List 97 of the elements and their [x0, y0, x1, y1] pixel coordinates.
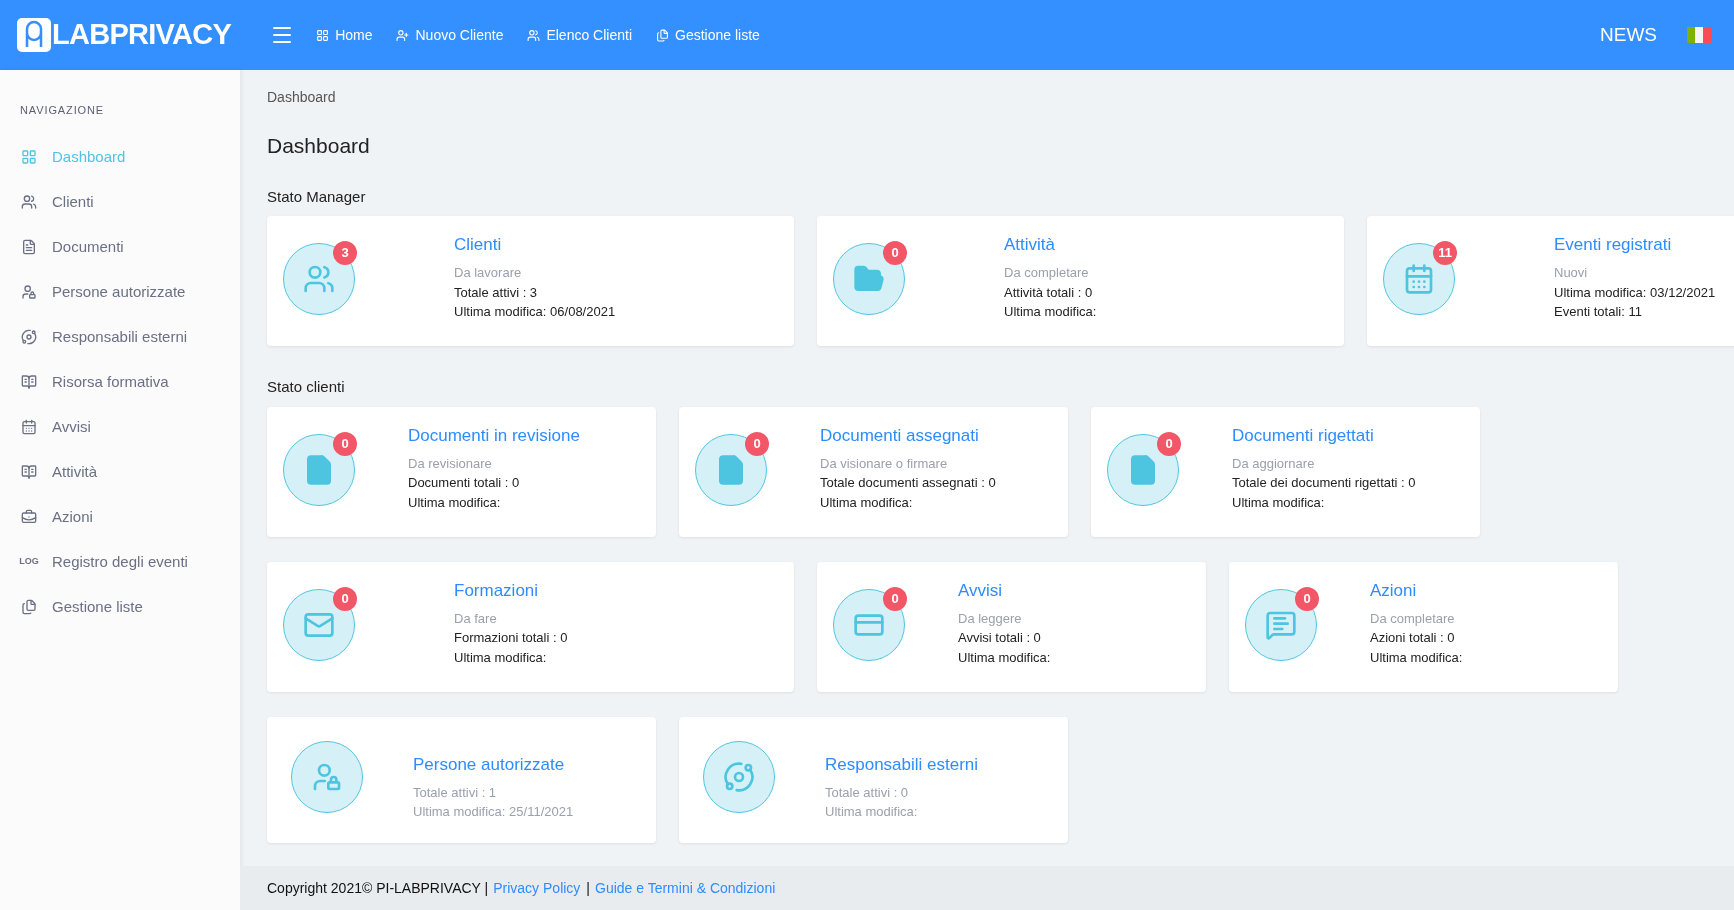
- sidebar-item[interactable]: Gestione liste: [20, 584, 240, 630]
- count-badge: 0: [745, 431, 769, 456]
- card-text: Avvisi totali : 0: [958, 629, 1042, 647]
- card-text: Ultima modifica: 03/12/2021: [1554, 283, 1716, 302]
- users-icon: [21, 194, 37, 210]
- card-text: Totale documenti assegnati : 0: [820, 474, 996, 492]
- sidebar-item[interactable]: Documenti: [20, 224, 240, 270]
- sidebar-item[interactable]: Clienti: [20, 179, 240, 225]
- card-text: Da completare: [1004, 264, 1090, 282]
- grid-icon: [21, 149, 37, 165]
- sidebar-item[interactable]: Azioni: [20, 494, 240, 540]
- sidebar-item[interactable]: Avvisi: [20, 404, 240, 450]
- card-title[interactable]: Documenti assegnati: [820, 423, 996, 448]
- sidebar-item[interactable]: Attività: [20, 449, 240, 495]
- card-title[interactable]: Azioni: [1370, 578, 1463, 603]
- card-text: Formazioni totali : 0: [454, 629, 568, 647]
- card-text: Documenti totali : 0: [408, 474, 521, 492]
- card-title[interactable]: Attività: [1004, 233, 1097, 257]
- document-icon: [21, 239, 37, 255]
- calendar-icon: [21, 419, 37, 435]
- calendar-icon: [1403, 263, 1435, 295]
- card-text: Ultima modifica:: [1232, 493, 1326, 512]
- sidebar-item[interactable]: Persone autorizzate: [20, 269, 240, 315]
- card-title[interactable]: Persone autorizzate: [413, 752, 574, 777]
- nav-link[interactable]: Gestione liste: [656, 24, 760, 46]
- card-text: Da leggere: [958, 609, 1023, 628]
- card-text: Totale attivi : 0: [825, 783, 910, 802]
- book-icon: [21, 374, 37, 390]
- users-icon: [527, 28, 541, 42]
- card-text: Eventi totali: 11: [1554, 303, 1643, 321]
- card-text: Ultima modifica:: [958, 648, 1051, 667]
- flag-icon[interactable]: [1687, 27, 1711, 43]
- grid-icon: [316, 28, 330, 42]
- card-text: Ultima modifica:: [1370, 648, 1463, 667]
- card-text: Ultima modifica:: [454, 648, 548, 667]
- card-text: Da lavorare: [454, 264, 523, 282]
- section-title: Stato Manager: [267, 186, 367, 207]
- count-badge: 0: [883, 586, 907, 611]
- nav-link[interactable]: Nuovo Cliente: [396, 24, 504, 46]
- count-badge: 11: [1433, 241, 1457, 265]
- files-icon: [21, 599, 37, 615]
- users-icon: [303, 263, 335, 295]
- count-badge: 0: [333, 431, 357, 456]
- log-icon: LOG: [19, 555, 39, 569]
- card-text: Ultima modifica: 25/11/2021: [413, 803, 574, 821]
- count-badge: 3: [333, 241, 357, 265]
- card-text: Ultima modifica:: [1004, 303, 1097, 321]
- card-text: Totale attivi : 1: [413, 783, 498, 802]
- card-title[interactable]: Clienti: [454, 233, 616, 257]
- card-title[interactable]: Documenti rigettati: [1232, 423, 1416, 448]
- orbit-icon: [21, 329, 37, 345]
- card-text: Ultima modifica:: [820, 493, 914, 512]
- count-badge: 0: [883, 241, 907, 265]
- card-title[interactable]: Formazioni: [454, 578, 568, 603]
- footer-link[interactable]: Privacy Policy: [493, 877, 581, 899]
- user-lock-icon: [21, 284, 37, 300]
- card-text: Da completare: [1370, 609, 1456, 628]
- card-title[interactable]: Responsabili esterni: [825, 752, 979, 777]
- card-text: Nuovi: [1554, 264, 1589, 282]
- sidebar-heading: NAVIGAZIONE: [20, 103, 106, 118]
- book-icon: [21, 464, 37, 480]
- card-text: Attività totali : 0: [1004, 283, 1094, 302]
- count-badge: 0: [1157, 431, 1181, 456]
- section-title: Stato clienti: [267, 377, 346, 397]
- card-text: Da aggiornare: [1232, 454, 1316, 473]
- card-text: Totale attivi : 3: [454, 283, 539, 302]
- card-text: Da visionare o firmare: [820, 454, 949, 473]
- sidebar-item[interactable]: Risorsa formativa: [20, 359, 240, 405]
- card-text: Ultima modifica: 06/08/2021: [454, 303, 616, 321]
- breadcrumb: Dashboard: [267, 88, 337, 107]
- separator-text: |: [586, 878, 590, 898]
- card-title[interactable]: Eventi registrati: [1554, 233, 1716, 257]
- sidebar-item[interactable]: Dashboard: [20, 134, 240, 180]
- news-link[interactable]: NEWS: [1600, 20, 1657, 50]
- files-icon: [656, 28, 670, 42]
- card-text: Da fare: [454, 609, 498, 628]
- copyright-text: Copyright 2021© PI-LABPRIVACY |: [267, 878, 489, 898]
- page-title: Dashboard: [267, 133, 371, 159]
- card-text: Azioni totali : 0: [1370, 629, 1456, 647]
- logo-text: LABPRIVACY: [52, 17, 232, 53]
- briefcase-icon: [21, 509, 37, 525]
- logo-icon: [17, 18, 51, 52]
- sidebar-item[interactable]: Responsabili esterni: [20, 314, 240, 360]
- footer-link[interactable]: Guide e Termini & Condizioni: [595, 877, 776, 899]
- card-text: Totale dei documenti rigettati : 0: [1232, 474, 1416, 492]
- card-title[interactable]: Avvisi: [958, 578, 1051, 603]
- card-text: Da revisionare: [408, 454, 493, 473]
- nav-link[interactable]: Home: [316, 24, 373, 46]
- card-text: Ultima modifica:: [825, 803, 919, 821]
- card-text: Ultima modifica:: [408, 493, 502, 512]
- nav-link[interactable]: Elenco Clienti: [527, 24, 633, 46]
- user-plus-icon: [396, 28, 410, 42]
- orbit-icon: [723, 760, 755, 793]
- card-title[interactable]: Documenti in revisione: [408, 423, 580, 448]
- count-badge: 0: [1295, 586, 1319, 611]
- sidebar-item[interactable]: LOG Registro degli eventi: [20, 539, 240, 585]
- count-badge: 0: [333, 586, 357, 611]
